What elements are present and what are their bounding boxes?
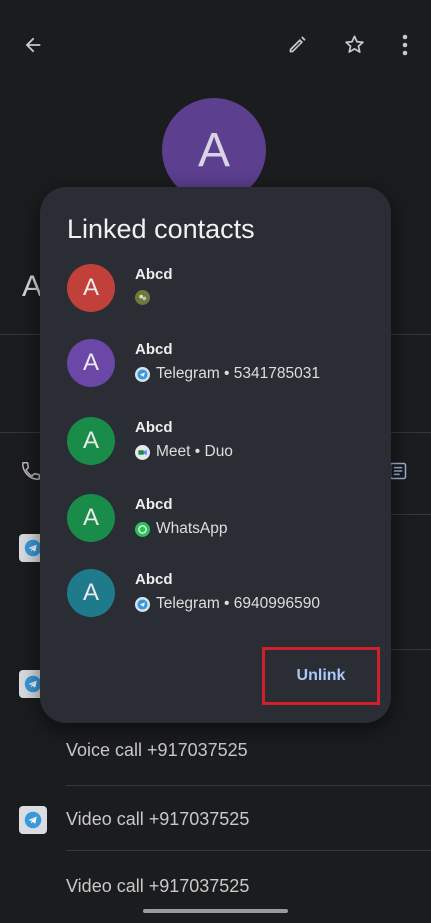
contact-source: Meet • Duo [135,443,233,461]
linked-contacts-dialog: Linked contacts A Abcd A Abcd Telegram •… [40,187,391,723]
more-vert-icon [402,34,408,61]
pencil-icon [286,34,308,61]
contact-avatar: A [67,264,115,312]
back-button[interactable] [16,30,50,64]
contact-avatar-letter: A [82,579,99,606]
contact-avatar-letter: A [82,427,99,454]
contact-name: Abcd [135,419,173,436]
contact-source: WhatsApp [135,520,228,538]
contact-avatar: A [67,339,115,387]
contact-avatar: A [67,417,115,465]
divider [66,785,431,786]
linked-contact-item[interactable]: A Abcd Telegram • 5341785031 [40,339,391,403]
contact-name: Abcd [135,571,173,588]
linked-contact-item[interactable]: A Abcd Meet • Duo [40,417,391,481]
contact-avatar-letter: A [82,274,99,301]
contact-name: Abcd [135,341,173,358]
telegram-icon [135,366,150,382]
gesture-navigation-bar[interactable] [143,909,288,913]
contact-avatar-letter: A [82,504,99,531]
telegram-icon [135,596,150,612]
contact-name: A [22,270,43,303]
voice-call-row[interactable]: Voice call +917037525 [66,740,248,761]
meet-duo-icon [135,444,150,460]
contact-avatar: A [67,494,115,542]
unlink-label: Unlink [296,667,346,684]
edit-button[interactable] [280,30,314,64]
contact-source [135,290,156,305]
contact-avatar-letter: A [197,123,230,177]
contact-name: Abcd [135,266,173,283]
dialog-title: Linked contacts [67,214,255,244]
contact-avatar-letter: A [82,349,99,376]
unlink-button[interactable]: Unlink [262,647,380,705]
contact-avatar: A [67,569,115,617]
account-icon [135,290,150,305]
star-outline-icon [343,33,366,61]
contact-source: Telegram • 5341785031 [135,365,320,383]
linked-contact-item[interactable]: A Abcd [40,264,391,328]
more-options-button[interactable] [388,30,422,64]
divider [66,850,431,851]
arrow-left-icon [22,34,44,61]
video-call-row[interactable]: Video call +917037525 [66,876,249,897]
video-call-row[interactable]: Video call +917037525 [66,809,249,830]
linked-contact-item[interactable]: A Abcd Telegram • 6940996590 [40,569,391,633]
telegram-icon [19,806,47,834]
linked-contact-item[interactable]: A Abcd WhatsApp [40,494,391,558]
whatsapp-icon [135,521,150,537]
favorite-button[interactable] [337,30,371,64]
contact-name: Abcd [135,496,173,513]
contact-source: Telegram • 6940996590 [135,595,320,613]
